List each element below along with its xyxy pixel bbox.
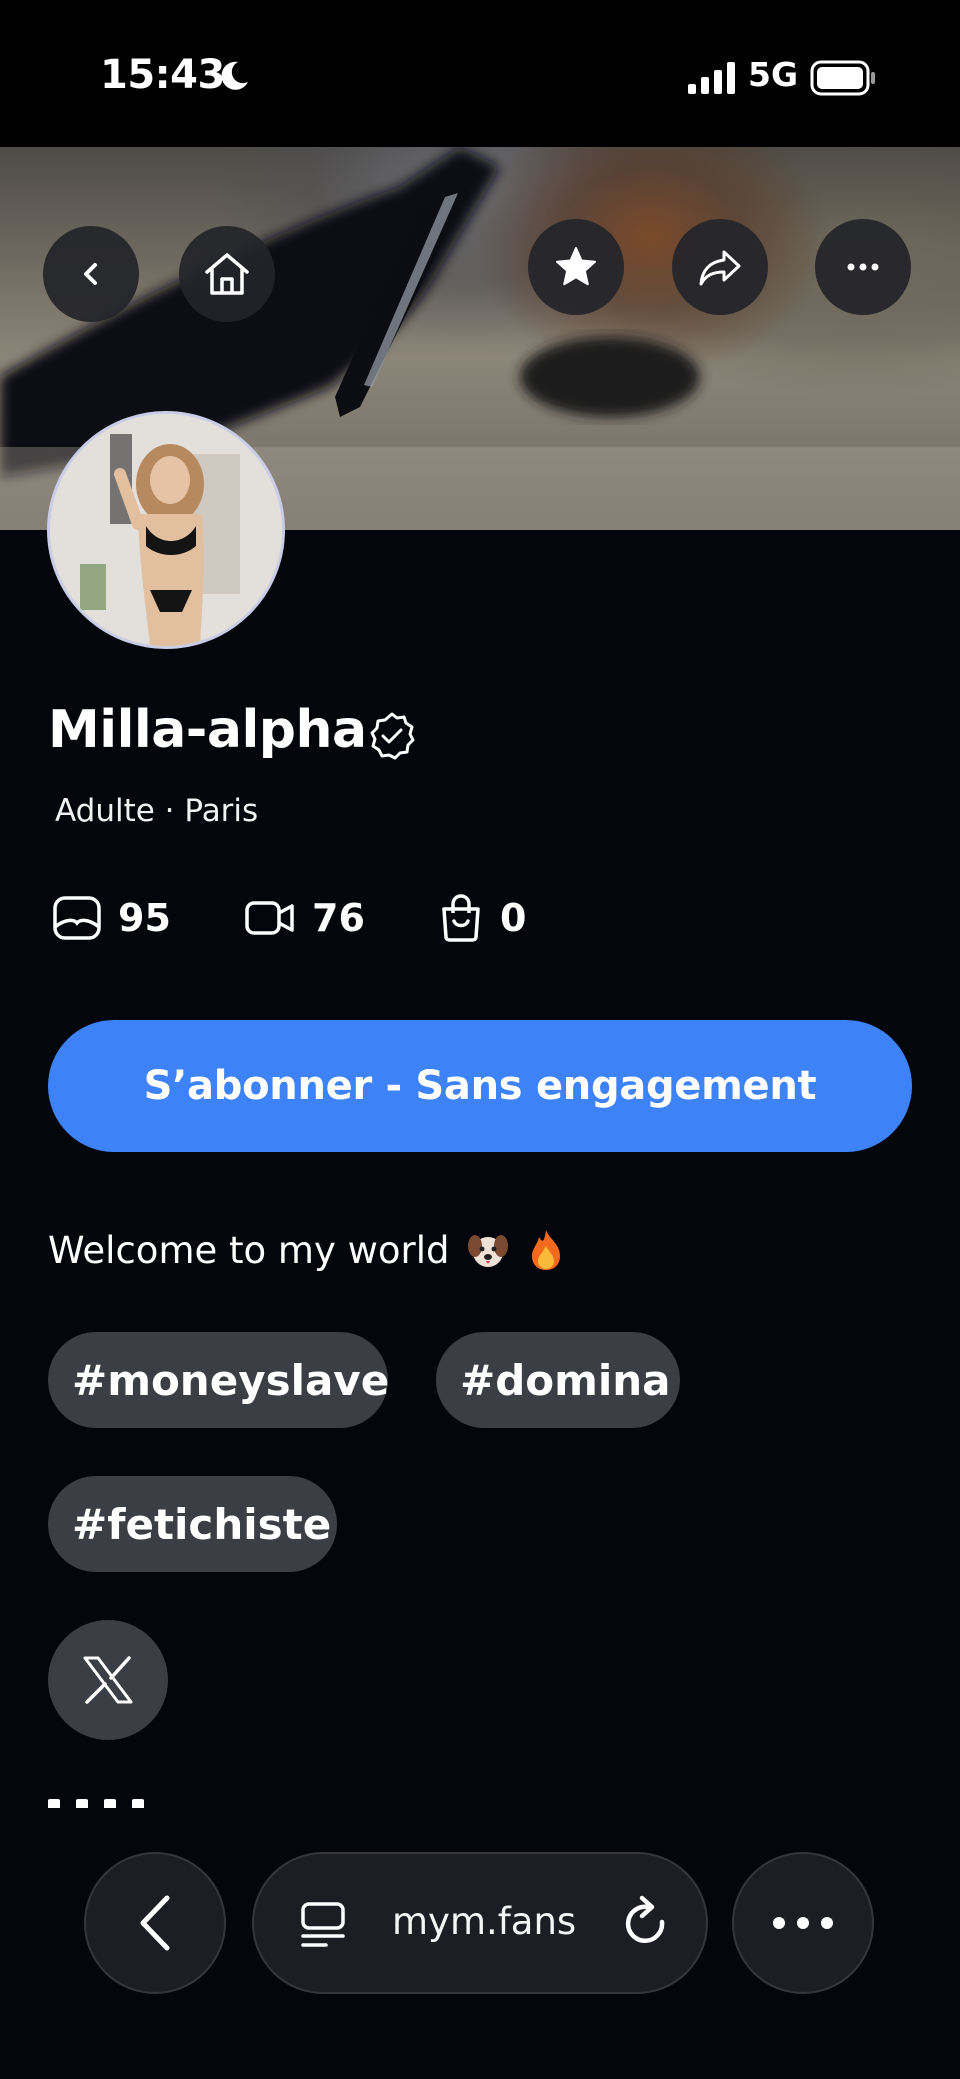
share-icon (699, 250, 741, 286)
network-label: 5G (748, 55, 799, 94)
tag-fetichiste[interactable]: #fetichiste (48, 1476, 337, 1572)
stat-videos-count: 76 (312, 896, 365, 940)
browser-back-button[interactable] (84, 1852, 226, 1994)
chevron-left-icon (84, 263, 97, 285)
tag-domina[interactable]: #domina (436, 1332, 680, 1428)
url-text: mym.fans (392, 1900, 577, 1943)
photo-icon (53, 896, 101, 940)
status-bar: 15:43 5G (0, 0, 960, 147)
stat-photos-count: 95 (118, 896, 171, 940)
more-horizontal-icon (773, 1917, 833, 1929)
subscribe-button[interactable]: S’abonner - Sans engagement (48, 1020, 912, 1152)
browser-more-button[interactable] (732, 1852, 874, 1994)
more-horizontal-icon (847, 263, 879, 271)
clipped-section-heading (48, 1796, 188, 1808)
home-button[interactable] (179, 226, 275, 322)
stat-products-count: 0 (500, 896, 527, 940)
x-logo-icon (83, 1656, 133, 1704)
bio: Welcome to my world (48, 1228, 568, 1272)
video-camera-icon (245, 901, 294, 935)
dog-emoji-icon (467, 1235, 508, 1267)
fire-emoji-icon (531, 1230, 560, 1270)
stat-products: 0 (438, 888, 526, 948)
stat-photos: 95 (52, 888, 171, 948)
verified-badge-icon (370, 712, 415, 760)
favorite-button[interactable] (528, 219, 624, 315)
shopping-bag-icon (442, 894, 480, 942)
more-options-button[interactable] (815, 219, 911, 315)
profile-name: Milla-alpha (48, 700, 367, 760)
avatar[interactable] (47, 411, 285, 649)
tag-moneyslave[interactable]: #moneyslave (48, 1332, 389, 1428)
bio-text: Welcome to my world (48, 1228, 450, 1272)
back-button[interactable] (43, 226, 139, 322)
share-button[interactable] (672, 219, 768, 315)
profile-subtitle: Adulte · Paris (55, 793, 259, 829)
url-bar[interactable]: mym.fans (252, 1852, 708, 1994)
signal-icon (688, 62, 735, 94)
star-icon (556, 247, 596, 286)
tabs-icon (301, 1902, 345, 1947)
reload-icon[interactable] (618, 1894, 674, 1954)
status-time: 15:43 (100, 52, 225, 98)
home-icon (205, 253, 249, 295)
moon-icon (221, 61, 248, 90)
stat-videos: 76 (244, 888, 365, 948)
x-social-button[interactable] (48, 1620, 168, 1740)
battery-icon (810, 60, 875, 96)
chevron-left-icon (140, 1895, 170, 1951)
